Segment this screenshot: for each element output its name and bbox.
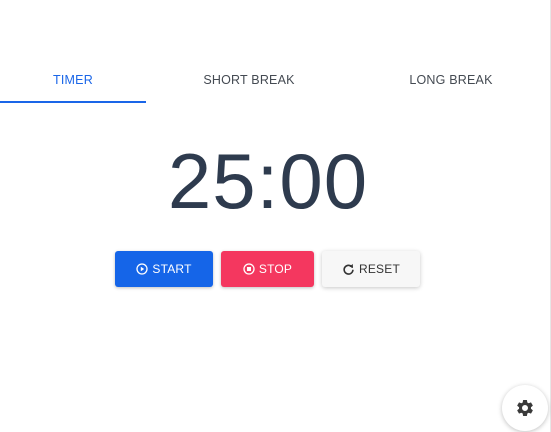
timer-display: 25:00 (167, 137, 369, 225)
start-button[interactable]: START (115, 251, 213, 287)
start-button-label: START (152, 262, 192, 276)
active-tab-indicator (0, 101, 146, 103)
timer-controls: START STOP RESET (0, 251, 551, 287)
reset-button[interactable]: RESET (322, 251, 420, 287)
tab-timer[interactable]: TIMER (0, 58, 146, 102)
stop-circle-icon (243, 263, 255, 275)
tab-short-break[interactable]: SHORT BREAK (176, 58, 322, 102)
settings-button[interactable] (502, 385, 548, 431)
tab-timer-label: TIMER (53, 73, 93, 87)
tab-long-break-label: LONG BREAK (409, 73, 493, 87)
timer-app: TIMER SHORT BREAK LONG BREAK 25:00 START… (0, 0, 551, 432)
stop-button[interactable]: STOP (221, 251, 314, 287)
play-circle-icon (136, 263, 149, 275)
refresh-icon (343, 263, 354, 275)
tab-long-break[interactable]: LONG BREAK (378, 58, 524, 102)
stop-button-label: STOP (258, 262, 293, 276)
reset-button-label: RESET (358, 262, 400, 276)
tab-short-break-label: SHORT BREAK (203, 73, 295, 87)
gear-icon (517, 399, 533, 416)
mode-tabs: TIMER SHORT BREAK LONG BREAK (0, 58, 551, 104)
